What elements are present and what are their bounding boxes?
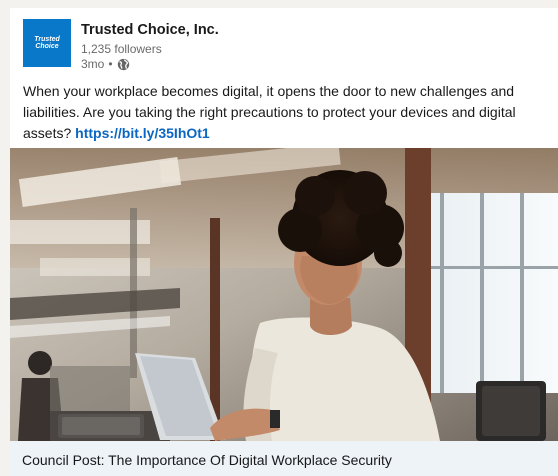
post-header: Trusted Choice Trusted Choice, Inc. 1,23…	[23, 18, 543, 74]
post-body: When your workplace becomes digital, it …	[23, 81, 547, 144]
follower-count: 1,235 followers	[81, 42, 162, 56]
article-title: Council Post: The Importance Of Digital …	[22, 452, 392, 468]
feed-post-card: Trusted Choice Trusted Choice, Inc. 1,23…	[10, 8, 558, 476]
logo-mark: Trusted Choice	[34, 36, 60, 50]
company-name-link[interactable]: Trusted Choice, Inc.	[81, 22, 219, 38]
company-logo[interactable]: Trusted Choice	[23, 19, 71, 67]
post-meta: 3mo •	[81, 57, 130, 71]
meta-separator: •	[108, 57, 113, 71]
post-link[interactable]: https://bit.ly/35IhOt1	[75, 125, 210, 141]
article-link-bar[interactable]: Council Post: The Importance Of Digital …	[10, 441, 558, 476]
logo-word-1: Trusted	[34, 36, 60, 43]
globe-icon	[117, 58, 130, 71]
post-age: 3mo	[81, 57, 105, 71]
article-image[interactable]	[10, 148, 558, 441]
logo-word-2: Choice	[35, 43, 59, 50]
